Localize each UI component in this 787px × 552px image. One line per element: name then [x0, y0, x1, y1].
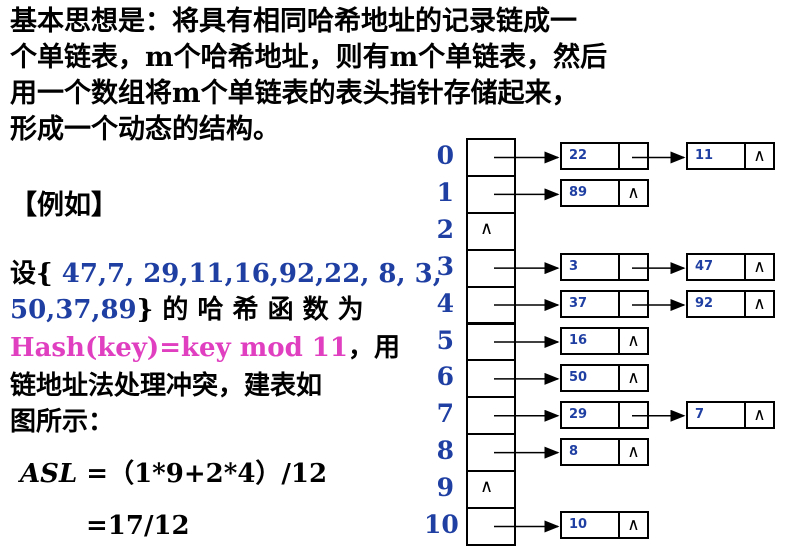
bucket-slot-1: [466, 174, 516, 214]
node-value: 16: [562, 328, 620, 353]
node-pointer: ∧: [627, 183, 640, 204]
node-pointer: ∧: [627, 441, 640, 462]
bucket-index-1: 1: [436, 177, 454, 207]
chain-node: 47 ∧: [686, 253, 775, 282]
chain-node: 8 ∧: [560, 437, 649, 466]
null-pointer: ∧: [480, 217, 494, 239]
node-pointer: [620, 144, 647, 168]
chain-node: 29: [560, 400, 649, 429]
bucket-slot-8: [466, 433, 516, 473]
chain-node: 37: [560, 290, 649, 319]
bucket-slot-4: [466, 285, 516, 325]
bucket-index-2: 2: [436, 214, 454, 244]
node-pointer: ∧: [627, 367, 640, 388]
node-pointer: [620, 255, 647, 279]
node-pointer: ∧: [627, 515, 640, 536]
node-value: 7: [688, 402, 746, 427]
node-value: 37: [562, 292, 620, 317]
chain-node: 3: [560, 253, 649, 282]
node-value: 10: [562, 513, 620, 538]
bucket-slot-3: [466, 248, 516, 288]
node-pointer: ∧: [753, 146, 766, 167]
node-value: 11: [688, 144, 746, 169]
chain-node: 50 ∧: [560, 363, 649, 392]
bucket-index-9: 9: [436, 473, 454, 503]
node-pointer: ∧: [627, 330, 640, 351]
node-value: 89: [562, 181, 620, 206]
null-pointer: ∧: [480, 476, 494, 498]
bucket-index-4: 4: [436, 288, 454, 318]
node-value: 50: [562, 365, 620, 390]
bucket-slot-7: [466, 396, 516, 436]
chain-node: 7 ∧: [686, 400, 775, 429]
node-pointer: ∧: [753, 404, 766, 425]
bucket-slot-10: [466, 507, 516, 546]
bucket-slot-6: [466, 359, 516, 399]
bucket-slot-0: [466, 138, 516, 177]
node-value: 8: [562, 439, 620, 464]
chain-node: 89 ∧: [560, 179, 649, 208]
chain-node: 11 ∧: [686, 142, 775, 171]
chain-node: 16 ∧: [560, 326, 649, 355]
node-value: 47: [688, 255, 746, 280]
bucket-index-8: 8: [436, 436, 454, 466]
arrow-layer: [494, 151, 686, 533]
node-pointer: [620, 403, 647, 427]
node-value: 3: [562, 255, 620, 280]
bucket-index-10: 10: [424, 510, 459, 539]
bucket-index-7: 7: [436, 399, 454, 429]
chain-node: 22: [560, 142, 649, 171]
node-value: 29: [562, 402, 620, 427]
bucket-index-3: 3: [436, 251, 454, 281]
bucket-slot-5: [466, 322, 516, 362]
chain-node: 10 ∧: [560, 511, 649, 540]
bucket-index-5: 5: [436, 325, 454, 355]
bucket-index-0: 0: [436, 141, 454, 170]
node-pointer: [620, 292, 647, 316]
chain-node: 92 ∧: [686, 290, 775, 319]
node-pointer: ∧: [753, 257, 766, 278]
node-value: 22: [562, 144, 620, 169]
node-pointer: ∧: [753, 294, 766, 315]
bucket-index-6: 6: [436, 362, 454, 392]
node-value: 92: [688, 292, 746, 317]
